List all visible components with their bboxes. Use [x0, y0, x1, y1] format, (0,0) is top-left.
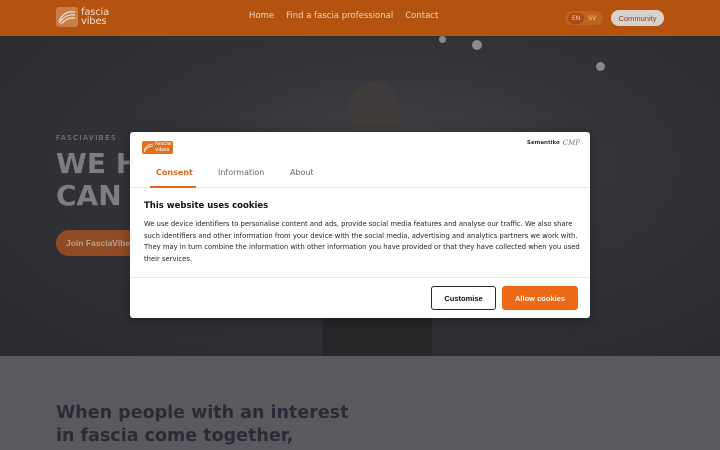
- active-tab-indicator: [150, 186, 196, 188]
- tab-about[interactable]: About: [290, 168, 314, 177]
- language-switcher: EN SV: [565, 11, 604, 25]
- cookie-consent-dialog: fascia vibes Semantiko CMP Consent Infor…: [130, 132, 590, 318]
- fascia-logo-icon: [144, 143, 153, 152]
- site-logo[interactable]: fascia vibes: [56, 7, 109, 27]
- allow-cookies-button[interactable]: Allow cookies: [502, 286, 578, 310]
- tab-information[interactable]: Information: [218, 168, 264, 177]
- dialog-tabs: Consent Information About: [130, 162, 590, 188]
- tab-consent[interactable]: Consent: [156, 168, 193, 177]
- site-header: fascia vibes Home Find a fascia professi…: [0, 0, 720, 36]
- lang-en[interactable]: EN: [568, 12, 585, 24]
- logo-word-vibes: vibes: [81, 16, 107, 27]
- community-button[interactable]: Community: [611, 10, 664, 26]
- dialog-body-text: We use device identifiers to personalise…: [144, 220, 580, 263]
- dialog-logo-wordmark: fascia vibes: [155, 141, 171, 153]
- customise-button[interactable]: Customise: [431, 286, 496, 310]
- main-nav: Home Find a fascia professional Contact: [249, 11, 438, 21]
- dialog-logo: fascia vibes: [142, 141, 173, 154]
- logo-wordmark: fascia vibes: [81, 8, 109, 27]
- nav-home[interactable]: Home: [249, 11, 274, 21]
- dialog-logo-word-vibes: vibes: [155, 146, 170, 153]
- fascia-logo-icon: [56, 7, 78, 27]
- lang-sv[interactable]: SV: [584, 13, 600, 24]
- cmp-mark: CMP: [562, 139, 580, 147]
- dialog-divider: [130, 277, 590, 278]
- nav-contact[interactable]: Contact: [405, 11, 438, 21]
- dialog-title: This website uses cookies: [144, 201, 269, 211]
- cmp-branding[interactable]: Semantiko CMP: [527, 139, 580, 147]
- cmp-name: Semantiko: [526, 140, 560, 146]
- nav-find-professional[interactable]: Find a fascia professional: [286, 11, 393, 21]
